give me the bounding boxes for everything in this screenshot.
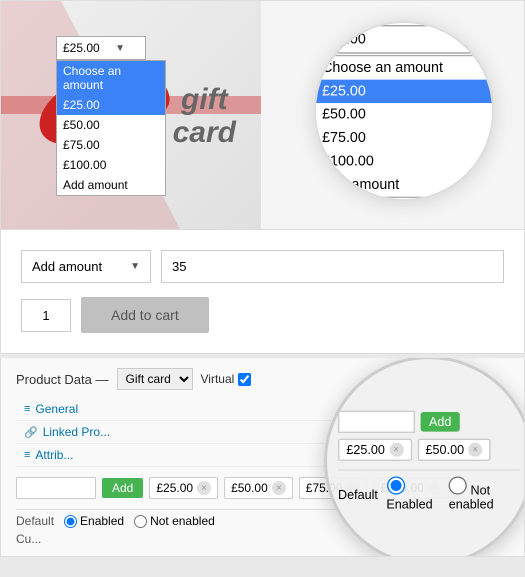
- amount-tag-50: £50.00 ×: [224, 477, 293, 499]
- new-amount-input[interactable]: [16, 477, 96, 499]
- quantity-input[interactable]: [21, 299, 71, 332]
- mag-tag-50: £50.00 ×: [417, 439, 491, 461]
- mag-select-box: £25.00 ▼: [314, 25, 494, 54]
- attrib-icon: ≡: [24, 449, 30, 461]
- amount-row: Add amount ▼: [21, 250, 504, 283]
- dd-item-25[interactable]: £25.00: [57, 95, 165, 115]
- remove-50-button[interactable]: ×: [272, 481, 286, 495]
- mag-enabled-row: Default Enabled Not enabled: [338, 476, 520, 511]
- not-enabled-label[interactable]: Not enabled: [134, 514, 215, 528]
- mag-dd-add: Add amount: [314, 173, 493, 196]
- mag-not-enabled-label[interactable]: Not enabled: [449, 476, 520, 511]
- dd-item-75[interactable]: £75.00: [57, 135, 165, 155]
- dd-item-choose[interactable]: Choose an amount: [57, 61, 165, 95]
- gift-card-section: gift card £25.00 ▼ Choose an amount £25.…: [0, 0, 525, 230]
- small-caret-icon: ▼: [115, 43, 125, 54]
- linked-icon: 🔗: [24, 426, 38, 439]
- mag-bottom-content: Add £25.00 × £50.00 × Default Enabled: [331, 404, 525, 519]
- product-data-section: Product Data — Gift card Virtual ≡ Gener…: [0, 358, 525, 557]
- mag-dd-25: £25.00: [314, 79, 493, 102]
- virtual-checkbox[interactable]: [238, 373, 251, 386]
- mag-tag-25: £25.00 ×: [338, 439, 412, 461]
- gift-text-gift: gift: [173, 83, 236, 116]
- not-enabled-radio[interactable]: [134, 515, 147, 528]
- mag-remove-25[interactable]: ×: [389, 443, 403, 457]
- mag-enabled-radio[interactable]: [386, 476, 404, 494]
- mag-amounts-row: £25.00 × £50.00 ×: [338, 439, 520, 461]
- mag-remove-50[interactable]: ×: [468, 443, 482, 457]
- dd-item-50[interactable]: £50.00: [57, 115, 165, 135]
- mag-dd-100: £100.00: [314, 149, 493, 172]
- mag-dd-75: £75.00: [314, 126, 493, 149]
- amount-tag-25: £25.00 ×: [149, 477, 218, 499]
- mag-enabled-label[interactable]: Enabled: [386, 476, 440, 511]
- small-dropdown-container: £25.00 ▼ Choose an amount £25.00 £50.00 …: [56, 36, 146, 60]
- remove-25-button[interactable]: ×: [197, 481, 211, 495]
- small-dropdown-list: Choose an amount £25.00 £50.00 £75.00 £1…: [56, 60, 166, 196]
- cart-row: Add to cart: [21, 297, 504, 333]
- add-to-cart-section: Add amount ▼ Add to cart: [0, 230, 525, 354]
- small-amount-select[interactable]: £25.00 ▼: [56, 36, 146, 60]
- add-to-cart-button[interactable]: Add to cart: [81, 297, 209, 333]
- mag-dd-50: £50.00: [314, 103, 493, 126]
- mag-caret-icon: ▼: [473, 32, 486, 46]
- mag-add-row: Add: [338, 411, 520, 433]
- virtual-checkbox-row: Virtual: [201, 372, 252, 386]
- product-type-select[interactable]: Gift card: [117, 368, 193, 390]
- gift-text-card: card: [173, 116, 236, 149]
- dd-item-100[interactable]: £100.00: [57, 155, 165, 175]
- enabled-label[interactable]: Enabled: [64, 514, 124, 528]
- magnified-content: £25.00 ▼ Choose an amount £25.00 £50.00 …: [314, 25, 494, 198]
- mag-not-enabled-radio[interactable]: [449, 476, 467, 494]
- general-icon: ≡: [24, 403, 30, 415]
- amount-caret-icon: ▼: [130, 261, 140, 272]
- mag-add-button[interactable]: Add: [421, 412, 460, 432]
- add-amount-button[interactable]: Add: [102, 478, 143, 498]
- mag-dd-choose: Choose an amount: [314, 56, 493, 79]
- dd-item-add[interactable]: Add amount: [57, 175, 165, 195]
- magnified-dropdown-overlay: £25.00 ▼ Choose an amount £25.00 £50.00 …: [314, 21, 494, 201]
- mag-divider: [338, 469, 520, 470]
- mag-add-input[interactable]: [338, 411, 415, 433]
- bottom-magnifier: Add £25.00 × £50.00 × Default Enabled: [324, 358, 525, 557]
- add-input-row: Add: [16, 477, 143, 499]
- mag-dropdown-list: Choose an amount £25.00 £50.00 £75.00 £1…: [314, 54, 494, 197]
- enabled-radio[interactable]: [64, 515, 77, 528]
- amount-input-field[interactable]: [161, 250, 504, 283]
- amount-dropdown[interactable]: Add amount ▼: [21, 250, 151, 283]
